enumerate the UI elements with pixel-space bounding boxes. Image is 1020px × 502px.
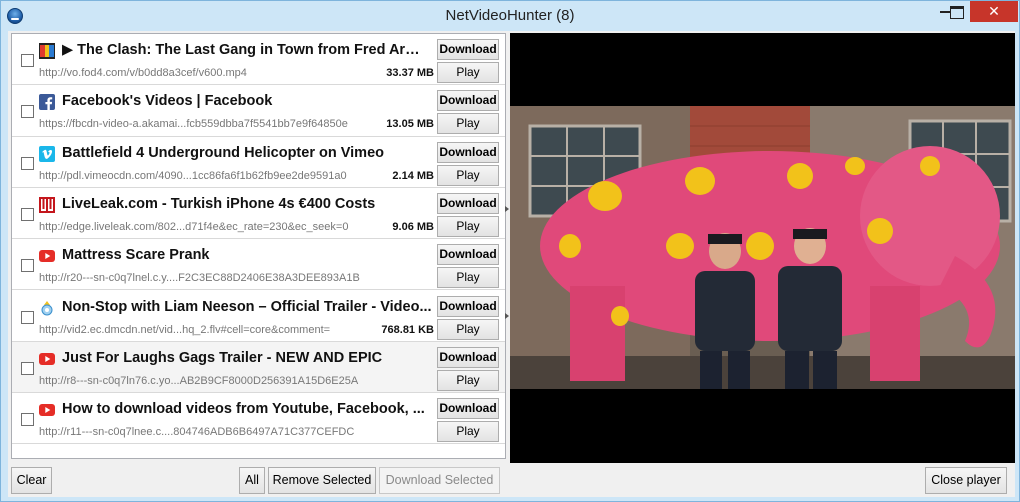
video-title: LiveLeak.com - Turkish iPhone 4s €400 Co… [62, 195, 376, 212]
clear-button[interactable]: Clear [11, 467, 52, 494]
video-title: Mattress Scare Prank [62, 247, 210, 264]
video-url: https://fbcdn-video-a.akamai...fcb559dbb… [39, 118, 348, 131]
video-url: http://pdl.vimeocdn.com/4090...1cc86fa6f… [39, 169, 347, 182]
video-url: http://r8---sn-c0q7ln76.c.yo...AB2B9CF80… [39, 374, 359, 387]
window-title: NetVideoHunter (8) [445, 7, 575, 24]
play-button[interactable]: Play [437, 215, 499, 237]
youtube-icon [39, 352, 55, 365]
video-row[interactable]: Just For Laughs Gags Trailer - NEW AND E… [12, 341, 505, 394]
youtube-icon [39, 404, 55, 417]
select-checkbox[interactable] [21, 259, 34, 273]
video-url: http://r20---sn-c0q7lnel.c.y....F2C3EC88… [39, 272, 360, 285]
select-checkbox[interactable] [21, 413, 34, 427]
video-row[interactable]: LiveLeak.com - Turkish iPhone 4s €400 Co… [12, 187, 505, 240]
facebook-icon [39, 94, 55, 111]
select-all-button[interactable]: All [239, 467, 265, 494]
splitter-handle[interactable] [505, 201, 509, 321]
video-title: Battlefield 4 Underground Helicopter on … [62, 144, 384, 161]
download-button[interactable]: Download [437, 398, 499, 420]
download-button[interactable]: Download [437, 295, 499, 317]
app-window: NetVideoHunter (8) ✕ ▶ The Clash: The La… [0, 0, 1020, 502]
download-button[interactable]: Download [437, 141, 499, 163]
vimeo-icon [39, 145, 55, 162]
row-divider [12, 443, 505, 445]
youtube-icon [39, 250, 55, 263]
video-url: http://r11---sn-c0q7lnee.c....804746ADB6… [39, 426, 355, 439]
video-row[interactable]: Facebook's Videos | Facebook https://fbc… [12, 85, 505, 137]
video-title: Non-Stop with Liam Neeson – Official Tra… [62, 298, 432, 315]
video-title: How to download videos from Youtube, Fac… [62, 401, 425, 418]
play-button[interactable]: Play [437, 369, 499, 391]
download-button[interactable]: Download [437, 192, 499, 214]
liveleak-icon [39, 196, 55, 213]
video-row[interactable]: Mattress Scare Prank http://r20---sn-c0q… [12, 239, 505, 291]
video-title: Just For Laughs Gags Trailer - NEW AND E… [62, 349, 383, 366]
remove-selected-button[interactable]: Remove Selected [268, 467, 376, 494]
download-button[interactable]: Download [437, 39, 499, 60]
video-list: ▶ The Clash: The Last Gang in Town from … [11, 33, 506, 459]
video-row[interactable]: How to download videos from Youtube, Fac… [12, 393, 505, 445]
play-button[interactable]: Play [437, 421, 499, 443]
video-size: 33.37 MB [386, 67, 434, 79]
video-url: http://edge.liveleak.com/802...d71f4e&ec… [39, 220, 349, 233]
video-size: 13.05 MB [386, 118, 434, 131]
video-row[interactable]: ▶ The Clash: The Last Gang in Town from … [12, 34, 505, 86]
play-button[interactable]: Play [437, 62, 499, 83]
download-button[interactable]: Download [437, 244, 499, 266]
download-button[interactable]: Download [437, 90, 499, 112]
video-player[interactable] [510, 33, 1015, 463]
title-bar[interactable]: NetVideoHunter (8) ✕ [1, 1, 1019, 31]
maximize-button[interactable] [944, 1, 971, 22]
select-checkbox[interactable] [21, 156, 34, 170]
video-url: http://vid2.ec.dmcdn.net/vid...hq_2.flv#… [39, 323, 331, 336]
download-button[interactable]: Download [437, 346, 499, 368]
video-url: http://vo.fod4.com/v/b0dd8a3cef/v600.mp4 [39, 67, 247, 79]
select-checkbox[interactable] [21, 207, 34, 221]
play-button[interactable]: Play [437, 318, 499, 340]
client-area: ▶ The Clash: The Last Gang in Town from … [8, 31, 1015, 497]
video-size: 9.06 MB [392, 220, 434, 233]
play-button[interactable]: Play [437, 164, 499, 186]
play-button[interactable]: Play [437, 113, 499, 135]
download-selected-button[interactable]: Download Selected [379, 467, 500, 494]
close-player-button[interactable]: Close player [925, 467, 1007, 494]
video-title: ▶ The Clash: The Last Gang in Town from … [62, 42, 432, 58]
video-size: 2.14 MB [392, 169, 434, 182]
select-checkbox[interactable] [21, 310, 34, 324]
close-window-button[interactable]: ✕ [970, 1, 1018, 22]
video-title: Facebook's Videos | Facebook [62, 93, 273, 110]
select-checkbox[interactable] [21, 54, 34, 67]
select-checkbox[interactable] [21, 361, 34, 375]
dailymotion-icon [41, 300, 53, 315]
video-row[interactable]: Non-Stop with Liam Neeson – Official Tra… [12, 290, 505, 342]
video-row[interactable]: Battlefield 4 Underground Helicopter on … [12, 136, 505, 188]
select-checkbox[interactable] [21, 105, 34, 119]
video-frame[interactable] [510, 106, 1015, 389]
play-button[interactable]: Play [437, 267, 499, 289]
bottom-toolbar: Clear All Remove Selected Download Selec… [8, 463, 1015, 497]
fod4-icon [39, 43, 55, 59]
video-size: 768.81 KB [381, 323, 434, 336]
